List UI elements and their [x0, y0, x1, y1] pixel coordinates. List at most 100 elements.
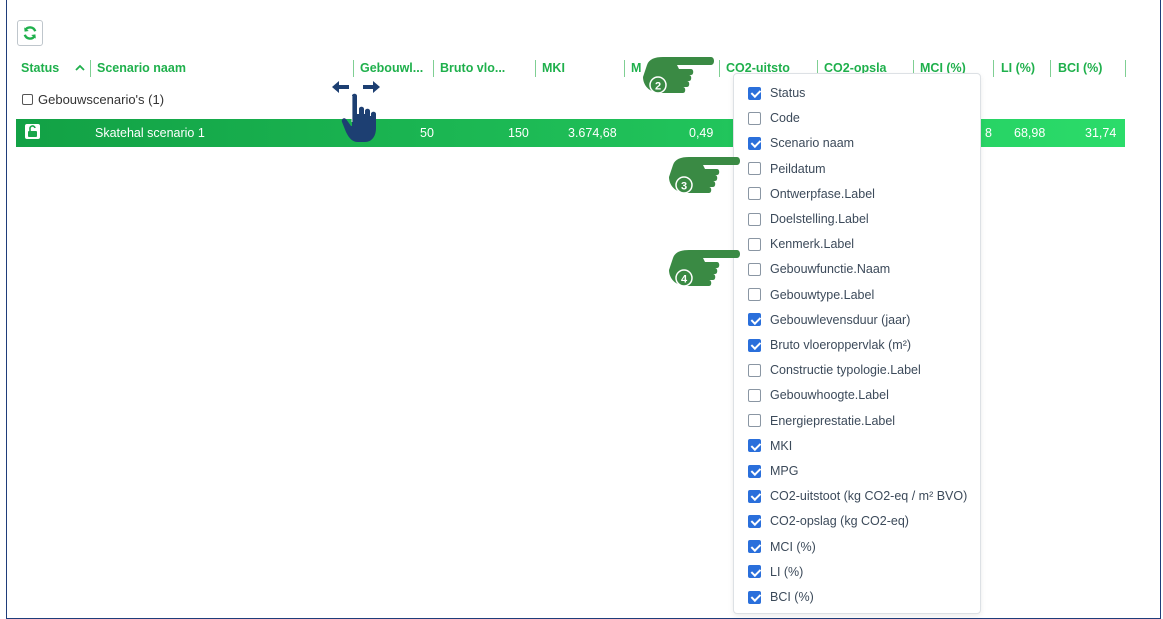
column-chooser-dropdown: Status Code Scenario naam Peildatum Ontwerpf… [733, 73, 981, 614]
cell-mci: 8 [985, 126, 992, 140]
column-header-scenario-naam[interactable]: Scenario naam [97, 58, 186, 78]
column-option-label: Gebouwlevensduur (jaar) [770, 312, 911, 327]
column-divider[interactable] [1125, 60, 1126, 77]
checkbox-unchecked[interactable] [748, 414, 761, 428]
column-option-label: Kenmerk.Label [770, 237, 855, 252]
column-option[interactable]: LI (%) [748, 562, 803, 582]
column-option-label: MKI [770, 438, 793, 453]
column-option[interactable]: MKI [748, 436, 792, 456]
cell-bruto-vloeroppervlak: 150 [508, 126, 529, 140]
column-header-bci[interactable]: BCI (%) [1058, 58, 1102, 78]
column-option-label: Gebouwtype.Label [770, 287, 875, 302]
column-option[interactable]: Energieprestatie.Label [748, 411, 895, 431]
column-header-gebouwlevensduur[interactable]: Gebouwl... [360, 58, 423, 78]
checkbox-unchecked[interactable] [748, 237, 761, 251]
column-divider[interactable] [353, 60, 354, 77]
checkbox-checked[interactable] [748, 313, 761, 327]
cell-mpg: 0,49 [689, 126, 714, 140]
checkbox-checked[interactable] [748, 565, 761, 579]
column-option-label: Constructie typologie.Label [770, 363, 921, 378]
refresh-button[interactable] [17, 20, 43, 46]
checkbox-unchecked[interactable] [748, 212, 761, 226]
column-option-label: Ontwerpfase.Label [770, 186, 875, 201]
column-option-label: Scenario naam [770, 136, 855, 151]
lock-open-icon[interactable] [25, 124, 40, 139]
checkbox-checked[interactable] [748, 514, 761, 528]
column-option[interactable]: Peildatum [748, 159, 826, 179]
column-option[interactable]: Doelstelling.Label [748, 209, 869, 229]
cell-gebouwlevensduur: 50 [420, 126, 434, 140]
checkbox-unchecked[interactable] [748, 388, 761, 402]
callout-number: 3 [681, 181, 687, 193]
column-option-label: Gebouwhoogte.Label [770, 388, 889, 403]
checkbox-unchecked[interactable] [748, 111, 761, 125]
checkbox-checked[interactable] [748, 489, 761, 503]
checkbox-unchecked[interactable] [748, 363, 761, 377]
column-divider[interactable] [719, 60, 720, 77]
column-header-mki[interactable]: MKI [542, 58, 565, 78]
column-option[interactable]: MPG [748, 461, 798, 481]
checkbox-checked[interactable] [748, 590, 761, 604]
pointing-hand-icon: 2 [643, 57, 714, 94]
column-divider[interactable] [993, 60, 994, 77]
checkbox-checked[interactable] [748, 338, 761, 352]
cell-bci: 31,74 [1085, 126, 1117, 140]
column-divider[interactable] [90, 60, 91, 77]
column-header-li[interactable]: LI (%) [1001, 58, 1035, 78]
column-option-label: Peildatum [770, 161, 826, 176]
column-divider[interactable] [1050, 60, 1051, 77]
resize-hand-icon [332, 81, 380, 142]
cell-li: 68,98 [1014, 126, 1046, 140]
column-option[interactable]: Gebouwhoogte.Label [748, 385, 889, 405]
column-divider[interactable] [624, 60, 625, 77]
checkbox-checked[interactable] [748, 540, 761, 554]
checkbox-checked[interactable] [748, 464, 761, 478]
column-option[interactable]: MCI (%) [748, 537, 816, 557]
column-header-bruto-vloeroppervlak[interactable]: Bruto vlo... [440, 58, 505, 78]
column-option-label: Doelstelling.Label [770, 212, 869, 226]
column-option[interactable]: Scenario naam [748, 133, 854, 153]
column-option-label: Code [770, 111, 800, 126]
column-option-label: Bruto vloeroppervlak (m²) [770, 338, 912, 352]
column-option-label: Status [770, 86, 806, 100]
column-option[interactable]: Bruto vloeroppervlak (m²) [748, 335, 911, 355]
group-label: Gebouwscenario's (1) [38, 92, 165, 107]
column-option[interactable]: Gebouwlevensduur (jaar) [748, 310, 910, 330]
column-option-label: CO2-uitstoot (kg CO2-eq / m² BVO) [770, 489, 968, 504]
column-option[interactable]: Status [748, 83, 805, 103]
checkbox-checked[interactable] [748, 439, 761, 453]
cell-mki: 3.674,68 [568, 126, 617, 140]
column-divider[interactable] [433, 60, 434, 77]
column-option-label: Gebouwfunctie.Naam [770, 262, 891, 277]
grid-panel [6, 0, 1161, 619]
pointing-hand-icon: 4 [669, 250, 740, 287]
checkbox-unchecked[interactable] [748, 187, 761, 201]
checkbox-unchecked[interactable] [748, 288, 761, 302]
checkbox-unchecked[interactable] [748, 162, 761, 176]
callout-number: 2 [655, 81, 661, 93]
column-option[interactable]: Gebouwfunctie.Naam [748, 259, 890, 279]
group-row[interactable]: Gebouwscenario's (1) [22, 92, 164, 107]
column-option[interactable]: CO2-opslag (kg CO2-eq) [748, 511, 909, 531]
checkbox-unchecked[interactable] [748, 262, 761, 276]
column-option-label: MCI (%) [770, 539, 816, 554]
column-option-label: Energieprestatie.Label [770, 413, 896, 428]
column-option[interactable]: CO2-uitstoot (kg CO2-eq / m² BVO) [748, 486, 967, 506]
column-option[interactable]: Gebouwtype.Label [748, 285, 874, 305]
column-option[interactable]: Ontwerpfase.Label [748, 184, 875, 204]
column-option-label: CO2-opslag (kg CO2-eq) [770, 514, 909, 529]
column-divider[interactable] [535, 60, 536, 77]
refresh-icon [23, 26, 37, 40]
column-option-label: LI (%) [770, 564, 804, 579]
checkbox-checked[interactable] [748, 136, 761, 150]
checkbox-checked[interactable] [748, 86, 761, 100]
sort-ascending-icon[interactable] [75, 64, 85, 72]
column-header-status[interactable]: Status [21, 58, 59, 78]
column-option[interactable]: Kenmerk.Label [748, 234, 854, 254]
group-checkbox[interactable] [22, 94, 33, 105]
column-option[interactable]: Code [748, 108, 800, 128]
cell-scenario-naam: Skatehal scenario 1 [95, 126, 205, 140]
column-option[interactable]: Constructie typologie.Label [748, 360, 921, 380]
column-option[interactable]: BCI (%) [748, 587, 814, 607]
pointing-hand-icon: 3 [669, 157, 740, 194]
